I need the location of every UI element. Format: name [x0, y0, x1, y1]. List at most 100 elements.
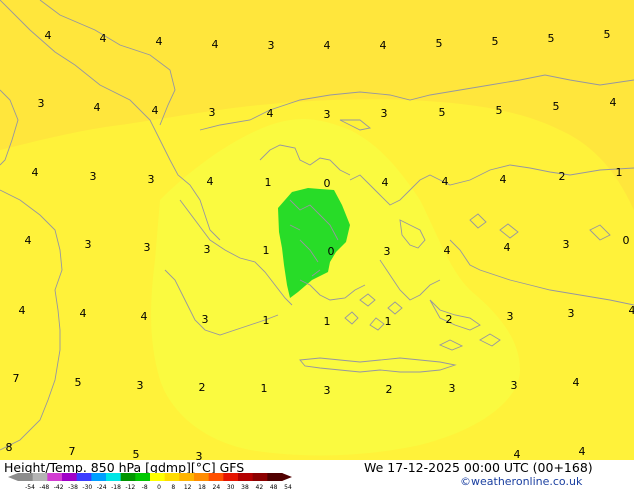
- colorbar-tick-label: 54: [284, 484, 292, 490]
- temperature-label: 5: [133, 448, 140, 460]
- temperature-label: 1: [324, 315, 331, 328]
- colorbar-swatch: [194, 473, 210, 481]
- temperature-label: 1: [261, 382, 268, 395]
- temperature-label: 4: [19, 304, 26, 317]
- temperature-label: 4: [156, 35, 163, 48]
- site-credit-link[interactable]: ©weatheronline.co.uk: [460, 475, 582, 488]
- temperature-label: 3: [90, 170, 97, 183]
- temperature-label: 4: [382, 176, 389, 189]
- temperature-label: 3: [568, 307, 575, 320]
- colorbar-tick-label: 42: [256, 484, 264, 490]
- colorbar-tick-label: -30: [82, 484, 92, 490]
- temperature-label: 4: [629, 304, 634, 317]
- colorbar-tick-label: 38: [241, 484, 249, 490]
- colorbar-swatch: [120, 473, 136, 481]
- temperature-label: 3: [196, 450, 203, 460]
- temperature-label: 5: [439, 106, 446, 119]
- temperature-label: 4: [380, 39, 387, 52]
- temperature-label: 5: [436, 37, 443, 50]
- colorbar: -54 -48 -42 -38 -30 -24 -18 -12 -8 0 8 12 18 24 30 38 42…: [8, 473, 292, 490]
- colorbar-tick-label: 24: [213, 484, 221, 490]
- temperature-label: 4: [45, 29, 52, 42]
- temperature-label: 4: [141, 310, 148, 323]
- temperature-label: 5: [496, 104, 503, 117]
- colorbar-left-arrow: [8, 473, 18, 481]
- colorbar-swatch: [252, 473, 268, 481]
- temperature-label: 3: [202, 313, 209, 326]
- temperature-label: 1: [616, 166, 623, 179]
- temperature-label: 3: [38, 97, 45, 110]
- temperature-label: 4: [207, 175, 214, 188]
- colorbar-swatch: [47, 473, 63, 481]
- temperature-label: 3: [324, 384, 331, 397]
- colorbar-swatch: [32, 473, 48, 481]
- colorbar-tick-label: 0: [157, 484, 161, 490]
- colorbar-swatch: [208, 473, 224, 481]
- colorbar-swatch: [150, 473, 166, 481]
- temperature-label: 4: [267, 107, 274, 120]
- map-canvas: 4 4 4 4 3 4 4 5 5 5 5 3 4 4 3 4 3 3 5 5 5 4 4 3 3 4 1 0 4 4 4 2 1 4 3 3 3 1 0 3…: [0, 0, 634, 463]
- temperature-label: 3: [507, 310, 514, 323]
- temperature-label: 0: [328, 245, 335, 258]
- colorbar-right-arrow: [282, 473, 292, 481]
- colorbar-tick-label: 48: [270, 484, 278, 490]
- temperature-label: 4: [444, 244, 451, 257]
- temperature-label: 4: [514, 448, 521, 460]
- temperature-label: 5: [604, 28, 611, 41]
- colorbar-tick-label: -8: [142, 484, 148, 490]
- temperature-label: 4: [152, 104, 159, 117]
- colorbar-swatch: [267, 473, 283, 481]
- temperature-label: 7: [13, 372, 20, 385]
- temperature-label: 3: [268, 39, 275, 52]
- temperature-label: 3: [85, 238, 92, 251]
- colorbar-tick-label: -12: [125, 484, 135, 490]
- temperature-label: 7: [69, 445, 76, 458]
- temperature-label: 0: [623, 234, 630, 247]
- temperature-label: 2: [446, 313, 453, 326]
- temperature-label: 3: [137, 379, 144, 392]
- colorbar-swatch: [223, 473, 239, 481]
- colorbar-swatch: [62, 473, 78, 481]
- temperature-label: 3: [381, 107, 388, 120]
- valid-time: We 17-12-2025 00:00 UTC (00+168): [364, 460, 593, 475]
- temperature-label: 4: [324, 39, 331, 52]
- temperature-label: 4: [442, 175, 449, 188]
- weather-map: 4 4 4 4 3 4 4 5 5 5 5 3 4 4 3 4 3 3 5 5 5 4 4 3 3 4 1 0 4 4 4 2 1 4 3 3 3 1 0 3…: [0, 0, 634, 463]
- colorbar-tick-label: 18: [198, 484, 206, 490]
- temperature-label: 3: [144, 241, 151, 254]
- temperature-label: 1: [385, 315, 392, 328]
- footer: Height/Temp. 850 hPa [gdmp][°C] GFS We 1…: [0, 460, 634, 490]
- colorbar-swatch: [76, 473, 92, 481]
- temperature-label: 4: [500, 173, 507, 186]
- temperature-label: 5: [553, 100, 560, 113]
- temperature-label: 4: [80, 307, 87, 320]
- colorbar-tick-label: 8: [171, 484, 175, 490]
- colorbar-tick-label: 30: [227, 484, 235, 490]
- temperature-label: 1: [263, 244, 270, 257]
- temperature-label: 4: [25, 234, 32, 247]
- temperature-label: 4: [100, 32, 107, 45]
- temperature-label: 1: [263, 314, 270, 327]
- temperature-label: 8: [6, 441, 13, 454]
- colorbar-tick-label: -24: [97, 484, 107, 490]
- colorbar-tick-label: -38: [68, 484, 78, 490]
- temperature-label: 3: [384, 245, 391, 258]
- temperature-label: 3: [563, 238, 570, 251]
- colorbar-swatch: [135, 473, 151, 481]
- temperature-label: 3: [204, 243, 211, 256]
- colorbar-swatch: [179, 473, 195, 481]
- temperature-label: 5: [492, 35, 499, 48]
- temperature-label: 4: [212, 38, 219, 51]
- temperature-label: 2: [386, 383, 393, 396]
- temperature-label: 2: [199, 381, 206, 394]
- temperature-label: 4: [610, 96, 617, 109]
- temperature-label: 4: [573, 376, 580, 389]
- temperature-label: 5: [75, 376, 82, 389]
- temperature-label: 2: [559, 170, 566, 183]
- temperature-label: 5: [548, 32, 555, 45]
- temperature-label: 0: [324, 177, 331, 190]
- temperature-label: 3: [148, 173, 155, 186]
- colorbar-tick-label: -54: [25, 484, 35, 490]
- colorbar-tick-label: 12: [184, 484, 192, 490]
- temperature-label: 4: [504, 241, 511, 254]
